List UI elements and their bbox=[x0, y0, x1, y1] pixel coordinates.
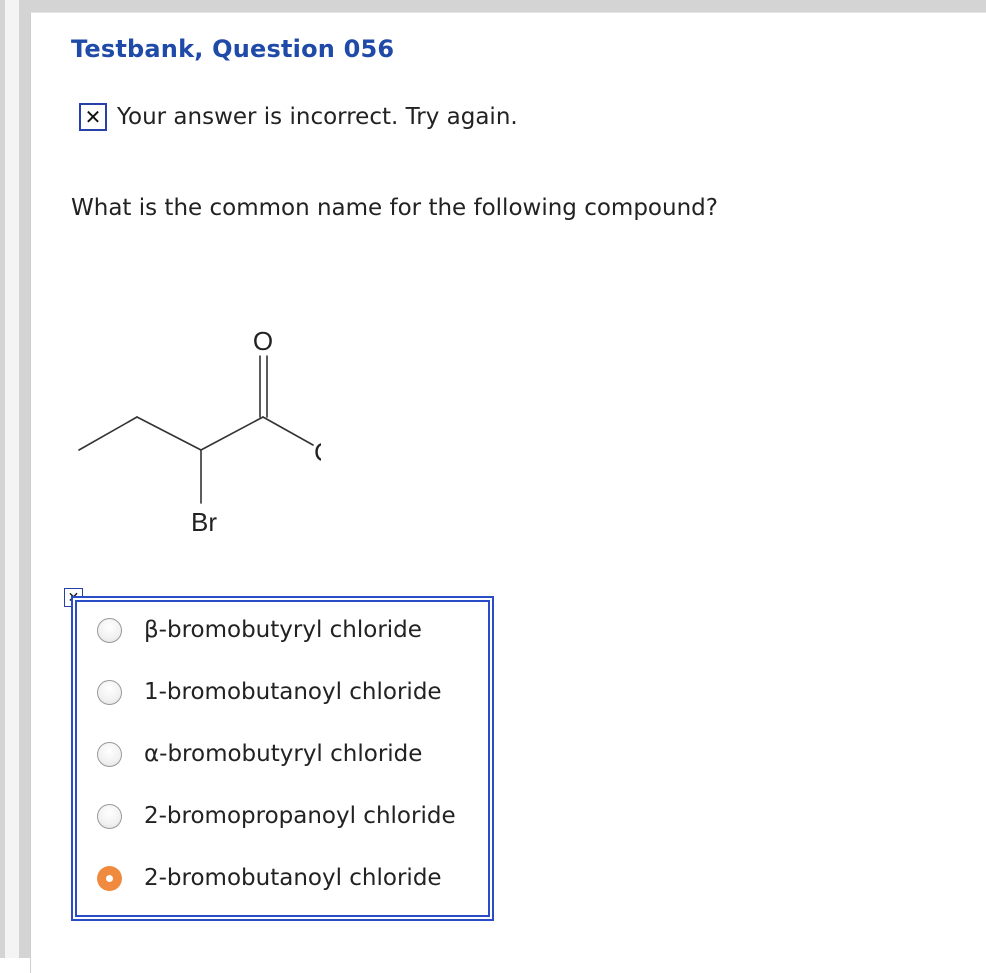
answer-option[interactable]: α-bromobutyryl chloride bbox=[97, 739, 422, 769]
answer-label: 2-bromobutanoyl chloride bbox=[144, 865, 442, 891]
question-title: Testbank, Question 056 bbox=[71, 35, 395, 63]
answer-label: 1-bromobutanoyl chloride bbox=[144, 679, 442, 705]
chlorine-label: Cl bbox=[314, 437, 321, 467]
x-mark-icon: ✕ bbox=[79, 103, 107, 131]
radio-button-selected[interactable] bbox=[97, 865, 122, 891]
bond-c1-cl bbox=[262, 416, 314, 446]
question-page: Testbank, Question 056 ✕ Your answer is … bbox=[30, 12, 986, 973]
oxygen-label: O bbox=[253, 326, 273, 356]
answer-label: α-bromobutyryl chloride bbox=[144, 741, 423, 767]
radio-button[interactable] bbox=[97, 741, 122, 767]
bond-c3-c2 bbox=[136, 416, 202, 451]
answer-choices: β-bromobutyryl chloride 1-bromobutanoyl … bbox=[71, 596, 494, 921]
radio-button[interactable] bbox=[97, 803, 122, 829]
bond-c4-c3 bbox=[78, 416, 138, 451]
radio-button[interactable] bbox=[97, 679, 122, 705]
answer-label: 2-bromopropanoyl chloride bbox=[144, 803, 456, 829]
feedback-text: Your answer is incorrect. Try again. bbox=[117, 104, 518, 130]
answer-option[interactable]: 1-bromobutanoyl chloride bbox=[97, 677, 442, 707]
bond-c2-c1 bbox=[200, 416, 264, 451]
radio-button[interactable] bbox=[97, 617, 122, 643]
question-text: What is the common name for the followin… bbox=[71, 195, 718, 221]
answer-label: β-bromobutyryl chloride bbox=[144, 617, 422, 643]
answer-option[interactable]: β-bromobutyryl chloride bbox=[97, 615, 422, 645]
feedback-message: ✕ Your answer is incorrect. Try again. bbox=[79, 101, 518, 133]
molecule-structure: O Cl Br bbox=[78, 326, 321, 537]
left-margin-strip bbox=[5, 0, 19, 958]
answer-option[interactable]: 2-bromopropanoyl chloride bbox=[97, 801, 456, 831]
bromine-label: Br bbox=[191, 507, 217, 537]
answer-option-selected[interactable]: 2-bromobutanoyl chloride bbox=[97, 863, 442, 893]
